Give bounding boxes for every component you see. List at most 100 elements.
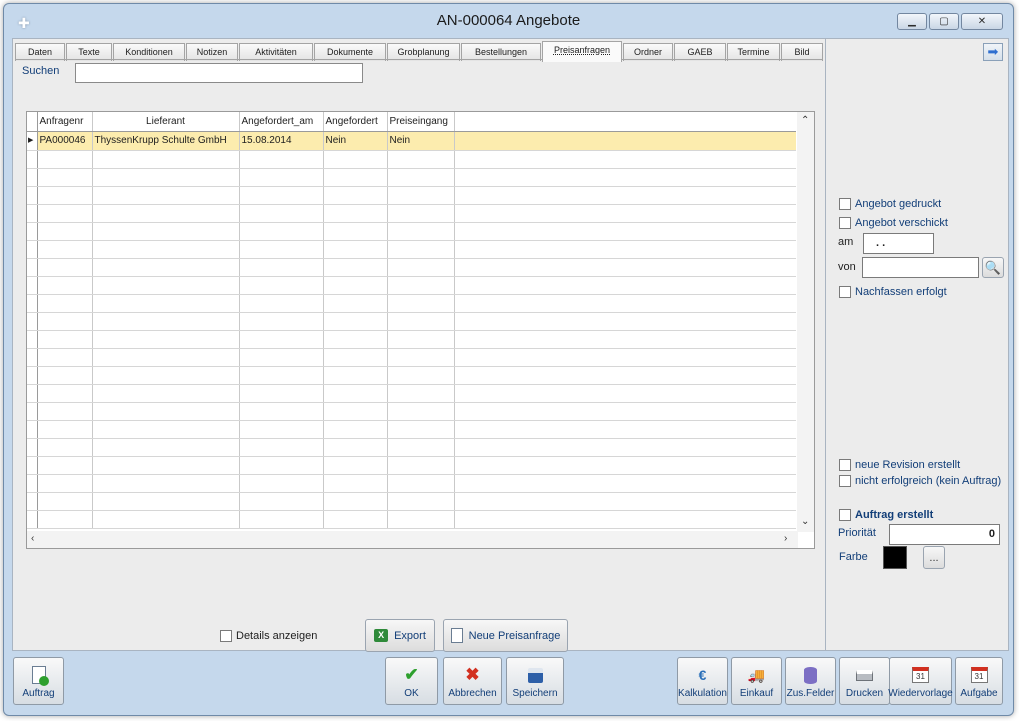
empty-cell[interactable] bbox=[454, 168, 796, 187]
minimize-button[interactable]: ▁ bbox=[897, 13, 927, 30]
horizontal-scrollbar[interactable]: ‹ › bbox=[27, 531, 798, 548]
empty-table-row[interactable] bbox=[27, 384, 796, 403]
empty-cell[interactable] bbox=[92, 348, 240, 367]
von-search-button[interactable]: 🔍 bbox=[982, 257, 1004, 278]
abbrechen-button[interactable]: ✖ Abbrechen bbox=[443, 657, 502, 705]
empty-cell[interactable] bbox=[387, 330, 455, 349]
empty-cell[interactable] bbox=[454, 186, 796, 205]
empty-table-row[interactable] bbox=[27, 330, 796, 349]
empty-table-row[interactable] bbox=[27, 402, 796, 421]
empty-cell[interactable] bbox=[92, 258, 240, 277]
empty-cell[interactable] bbox=[387, 222, 455, 241]
empty-table-row[interactable] bbox=[27, 222, 796, 241]
angebot-gedruckt-checkbox[interactable] bbox=[839, 198, 851, 210]
empty-cell[interactable] bbox=[92, 366, 240, 385]
empty-cell[interactable] bbox=[454, 204, 796, 223]
empty-cell[interactable] bbox=[239, 384, 324, 403]
empty-cell[interactable] bbox=[323, 150, 388, 169]
column-header-lieferant[interactable]: Lieferant bbox=[92, 112, 240, 132]
empty-cell[interactable] bbox=[454, 402, 796, 421]
cell-angefordert[interactable]: Nein bbox=[323, 131, 388, 151]
empty-cell[interactable] bbox=[37, 168, 93, 187]
empty-cell[interactable] bbox=[454, 420, 796, 439]
prioritaet-field[interactable]: 0 bbox=[889, 524, 1000, 545]
empty-cell[interactable] bbox=[454, 330, 796, 349]
empty-cell[interactable] bbox=[92, 312, 240, 331]
column-header-angefordert-am[interactable]: Angefordert_am bbox=[239, 112, 324, 132]
empty-cell[interactable] bbox=[92, 150, 240, 169]
farbe-picker-button[interactable]: ... bbox=[923, 546, 945, 569]
cell-anfragenr[interactable]: PA000046 bbox=[37, 131, 93, 151]
empty-cell[interactable] bbox=[92, 492, 240, 511]
empty-cell[interactable] bbox=[239, 474, 324, 493]
empty-cell[interactable] bbox=[323, 366, 388, 385]
scroll-down-icon[interactable]: ⌄ bbox=[801, 516, 809, 527]
empty-cell[interactable] bbox=[387, 456, 455, 475]
empty-table-row[interactable] bbox=[27, 510, 796, 529]
column-header-angefordert[interactable]: Angefordert bbox=[323, 112, 388, 132]
empty-cell[interactable] bbox=[92, 186, 240, 205]
empty-cell[interactable] bbox=[387, 366, 455, 385]
zus-felder-button[interactable]: Zus.Felder bbox=[785, 657, 836, 705]
empty-cell[interactable] bbox=[37, 492, 93, 511]
empty-table-row[interactable] bbox=[27, 366, 796, 385]
empty-cell[interactable] bbox=[239, 366, 324, 385]
empty-cell[interactable] bbox=[387, 402, 455, 421]
empty-cell[interactable] bbox=[37, 366, 93, 385]
empty-cell[interactable] bbox=[239, 492, 324, 511]
empty-cell[interactable] bbox=[454, 240, 796, 259]
empty-table-row[interactable] bbox=[27, 348, 796, 367]
empty-cell[interactable] bbox=[239, 204, 324, 223]
empty-cell[interactable] bbox=[454, 150, 796, 169]
empty-cell[interactable] bbox=[92, 402, 240, 421]
cell-preiseingang[interactable]: Nein bbox=[387, 131, 455, 151]
empty-cell[interactable] bbox=[92, 294, 240, 313]
angebot-verschickt-checkbox[interactable] bbox=[839, 217, 851, 229]
empty-cell[interactable] bbox=[454, 222, 796, 241]
empty-cell[interactable] bbox=[37, 330, 93, 349]
empty-cell[interactable] bbox=[92, 420, 240, 439]
empty-cell[interactable] bbox=[37, 384, 93, 403]
scroll-up-icon[interactable]: ⌃ bbox=[801, 115, 809, 126]
empty-cell[interactable] bbox=[323, 186, 388, 205]
empty-table-row[interactable] bbox=[27, 438, 796, 457]
details-checkbox[interactable] bbox=[220, 630, 232, 642]
empty-cell[interactable] bbox=[92, 456, 240, 475]
empty-cell[interactable] bbox=[323, 258, 388, 277]
empty-cell[interactable] bbox=[239, 294, 324, 313]
empty-cell[interactable] bbox=[37, 240, 93, 259]
wiedervorlage-button[interactable]: 31 Wiedervorlage bbox=[888, 657, 953, 705]
empty-cell[interactable] bbox=[454, 312, 796, 331]
empty-cell[interactable] bbox=[454, 438, 796, 457]
empty-cell[interactable] bbox=[454, 366, 796, 385]
empty-table-row[interactable] bbox=[27, 420, 796, 439]
scroll-left-icon[interactable]: ‹ bbox=[31, 533, 34, 544]
empty-cell[interactable] bbox=[92, 384, 240, 403]
kalkulation-button[interactable]: € Kalkulation bbox=[677, 657, 728, 705]
empty-cell[interactable] bbox=[454, 492, 796, 511]
empty-table-row[interactable] bbox=[27, 294, 796, 313]
empty-cell[interactable] bbox=[387, 150, 455, 169]
empty-cell[interactable] bbox=[239, 420, 324, 439]
einkauf-button[interactable]: 🚚 Einkauf bbox=[731, 657, 782, 705]
empty-table-row[interactable] bbox=[27, 150, 796, 169]
empty-cell[interactable] bbox=[387, 294, 455, 313]
empty-cell[interactable] bbox=[239, 150, 324, 169]
auftrag-button[interactable]: Auftrag bbox=[13, 657, 64, 705]
empty-cell[interactable] bbox=[92, 510, 240, 529]
empty-cell[interactable] bbox=[387, 420, 455, 439]
empty-table-row[interactable] bbox=[27, 204, 796, 223]
empty-cell[interactable] bbox=[37, 276, 93, 295]
empty-cell[interactable] bbox=[323, 330, 388, 349]
nav-forward-button[interactable]: ➡ bbox=[983, 43, 1003, 61]
empty-cell[interactable] bbox=[92, 474, 240, 493]
empty-cell[interactable] bbox=[454, 294, 796, 313]
empty-cell[interactable] bbox=[323, 204, 388, 223]
ok-button[interactable]: ✔ OK bbox=[385, 657, 438, 705]
empty-cell[interactable] bbox=[323, 312, 388, 331]
empty-cell[interactable] bbox=[323, 168, 388, 187]
empty-cell[interactable] bbox=[92, 204, 240, 223]
empty-cell[interactable] bbox=[239, 438, 324, 457]
empty-cell[interactable] bbox=[239, 258, 324, 277]
empty-cell[interactable] bbox=[37, 312, 93, 331]
